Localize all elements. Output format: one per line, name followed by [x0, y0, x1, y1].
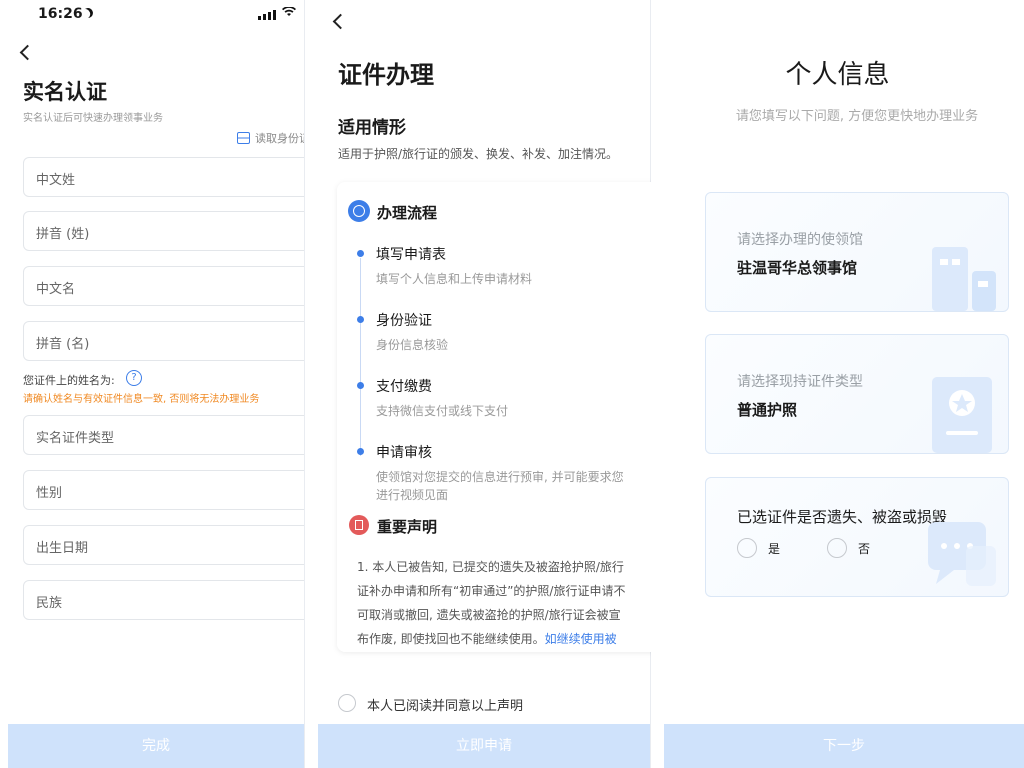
passport-icon — [932, 377, 992, 453]
notice-line: 1. 本人已被告知, 已提交的遗失及被盗抢护照/旅行 — [357, 560, 624, 574]
agree-checkbox[interactable] — [338, 694, 356, 712]
consulate-value: 驻温哥华总领事馆 — [737, 259, 858, 277]
step-title: 支付缴费 — [376, 379, 432, 395]
given-name-pinyin-placeholder: 拼音 (名) — [36, 337, 90, 352]
lost-status-box: 已选证件是否遗失、被盗或损毁 是 否 — [705, 477, 1009, 597]
no-radio[interactable] — [827, 538, 847, 558]
chat-icon — [928, 522, 996, 586]
page-subtitle: 请您填写以下问题, 方便您更快地办理业务 — [735, 109, 979, 124]
lost-question: 已选证件是否遗失、被盗或损毁 — [737, 508, 948, 526]
step-desc: 填写个人信息和上传申请材料 — [376, 272, 533, 286]
status-time: 16:26 — [38, 6, 83, 22]
birth-date-placeholder: 出生日期 — [36, 541, 89, 556]
id-card-icon — [237, 132, 250, 144]
yes-radio[interactable] — [737, 538, 757, 558]
no-label: 否 — [858, 542, 871, 556]
notice-text: 1. 本人已被告知, 已提交的遗失及被盗抢护照/旅行 证补办申请和所有“初审通过… — [357, 555, 649, 651]
notice-line: 布作废, 即使找回也不能继续使用。 — [357, 632, 545, 646]
step-title: 身份验证 — [376, 313, 432, 329]
notice-link[interactable]: 如继续使用被 — [545, 632, 617, 646]
surname-pinyin-input[interactable]: 拼音 (姓) — [23, 211, 304, 251]
consulate-label: 请选择办理的使领馆 — [737, 232, 863, 248]
apply-now-button[interactable]: 立即申请 — [318, 724, 650, 768]
step-dot — [357, 250, 364, 257]
next-button[interactable]: 下一步 — [664, 724, 1024, 768]
step-desc: 身份信息核验 — [376, 338, 449, 352]
process-icon — [348, 200, 370, 222]
given-name-cn-input[interactable]: 中文名 — [23, 266, 304, 306]
gender-placeholder: 性别 — [36, 486, 63, 501]
timeline-line — [360, 258, 361, 456]
complete-button[interactable]: 完成 — [8, 724, 304, 768]
yes-label: 是 — [768, 542, 781, 556]
document-type-label: 请选择现持证件类型 — [737, 374, 863, 390]
step-desc-cont: 进行视频见面 — [376, 488, 449, 502]
notice-line: 证补办申请和所有“初审通过”的护照/旅行证申请不 — [357, 584, 626, 598]
step-dot — [357, 448, 364, 455]
surname-cn-input[interactable]: 中文姓 — [23, 157, 304, 197]
page-title: 个人信息 — [785, 60, 890, 90]
wifi-icon — [282, 7, 296, 16]
help-icon[interactable]: ? — [126, 370, 142, 386]
section-desc: 适用于护照/旅行证的颁发、换发、补发、加注情况。 — [338, 147, 619, 161]
given-name-pinyin-input[interactable]: 拼音 (名) — [23, 321, 304, 361]
gender-select[interactable]: 性别 — [23, 470, 304, 510]
ethnicity-placeholder: 民族 — [36, 596, 63, 611]
agree-label: 本人已阅读并同意以上声明 — [367, 699, 524, 714]
real-name-auth-screen: 16:26 实名认证 实名认证后可快速办理领事业务 读取身份证 中文姓 拼音 (… — [0, 0, 304, 768]
scan-id-label: 读取身份证 — [255, 132, 304, 145]
building-icon — [932, 247, 996, 311]
signal-icon — [258, 10, 276, 20]
name-hint: 您证件上的姓名为: — [23, 374, 115, 387]
name-warning: 请确认姓名与有效证件信息一致, 否则将无法办理业务 — [23, 394, 260, 405]
consulate-select-box[interactable]: 请选择办理的使领馆 驻温哥华总领事馆 — [705, 192, 1009, 312]
back-icon[interactable] — [19, 44, 36, 61]
section-title: 适用情形 — [338, 118, 406, 138]
step-desc: 支持微信支付或线下支付 — [376, 404, 509, 418]
document-type-value: 普通护照 — [737, 401, 798, 419]
notice-title: 重要声明 — [377, 518, 438, 536]
step-dot — [357, 382, 364, 389]
birth-date-select[interactable]: 出生日期 — [23, 525, 304, 565]
step-dot — [357, 316, 364, 323]
step-title: 填写申请表 — [376, 247, 446, 263]
back-icon[interactable] — [332, 13, 349, 30]
moon-icon — [82, 7, 95, 20]
page-subtitle: 实名认证后可快速办理领事业务 — [23, 113, 163, 124]
scan-id-link[interactable]: 读取身份证 — [237, 130, 304, 146]
id-type-placeholder: 实名证件类型 — [36, 431, 115, 446]
step-desc: 使领馆对您提交的信息进行预审, 并可能要求您 — [376, 470, 624, 484]
surname-cn-placeholder: 中文姓 — [36, 173, 76, 188]
notice-line: 可取消或撤回, 遗失或被盗抢的护照/旅行证会被宣 — [357, 608, 621, 622]
given-name-cn-placeholder: 中文名 — [36, 282, 76, 297]
ethnicity-select[interactable]: 民族 — [23, 580, 304, 620]
document-type-select-box[interactable]: 请选择现持证件类型 普通护照 — [705, 334, 1009, 454]
step-title: 申请审核 — [376, 445, 432, 461]
page-title: 实名认证 — [23, 80, 107, 104]
notice-icon — [349, 515, 369, 535]
process-title: 办理流程 — [377, 204, 438, 222]
id-type-select[interactable]: 实名证件类型 — [23, 415, 304, 455]
surname-pinyin-placeholder: 拼音 (姓) — [36, 227, 90, 242]
page-title: 证件办理 — [338, 61, 434, 89]
